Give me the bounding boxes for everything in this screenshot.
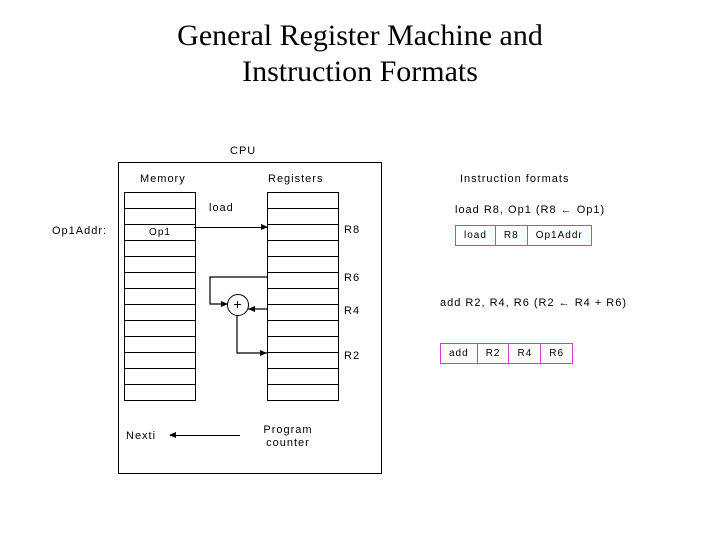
- r2-label: R2: [344, 350, 360, 362]
- page-title: General Register Machine and Instruction…: [0, 0, 720, 90]
- nexti-label: Nexti: [126, 430, 156, 442]
- registers-block: [267, 192, 339, 401]
- add-instruction-desc: add R2, R4, R6 (R2 ← R4 + R6): [440, 297, 627, 309]
- memory-cell-op1: Op1: [125, 225, 195, 241]
- r8-label: R8: [344, 224, 360, 236]
- fmt2-rd: R2: [478, 344, 510, 363]
- fmt2-opcode: add: [441, 344, 478, 363]
- memory-block: Op1: [124, 192, 196, 401]
- load-arrow: [194, 227, 267, 228]
- fmt1-opcode: load: [456, 226, 496, 245]
- program-counter-label: Program counter: [248, 424, 328, 450]
- title-line-2: Instruction Formats: [242, 55, 478, 88]
- diagram: CPU Memory Op1 Op1Addr: Registers R8 R6 …: [0, 130, 720, 530]
- registers-label: Registers: [268, 173, 323, 185]
- r4-label: R4: [344, 305, 360, 317]
- pc-arrow: [170, 435, 240, 436]
- load-label: load: [209, 202, 234, 214]
- load-instruction-desc: load R8, Op1 (R8 ← Op1): [455, 204, 605, 216]
- adder-circle: +: [227, 294, 249, 316]
- fmt2-rs1: R4: [509, 344, 541, 363]
- add-instruction-format: add R2 R4 R6: [440, 343, 573, 364]
- title-line-1: General Register Machine and: [177, 19, 543, 52]
- pc-line-1: Program: [263, 424, 312, 436]
- fmt2-rs2: R6: [541, 344, 572, 363]
- cpu-label: CPU: [230, 145, 256, 157]
- memory-label: Memory: [140, 173, 186, 185]
- instruction-formats-header: Instruction formats: [460, 173, 569, 185]
- op1addr-label: Op1Addr:: [52, 225, 107, 237]
- fmt1-reg: R8: [496, 226, 528, 245]
- fmt1-addr: Op1Addr: [528, 226, 591, 245]
- r6-label: R6: [344, 272, 360, 284]
- pc-line-2: counter: [266, 437, 310, 449]
- load-instruction-format: load R8 Op1Addr: [455, 225, 592, 246]
